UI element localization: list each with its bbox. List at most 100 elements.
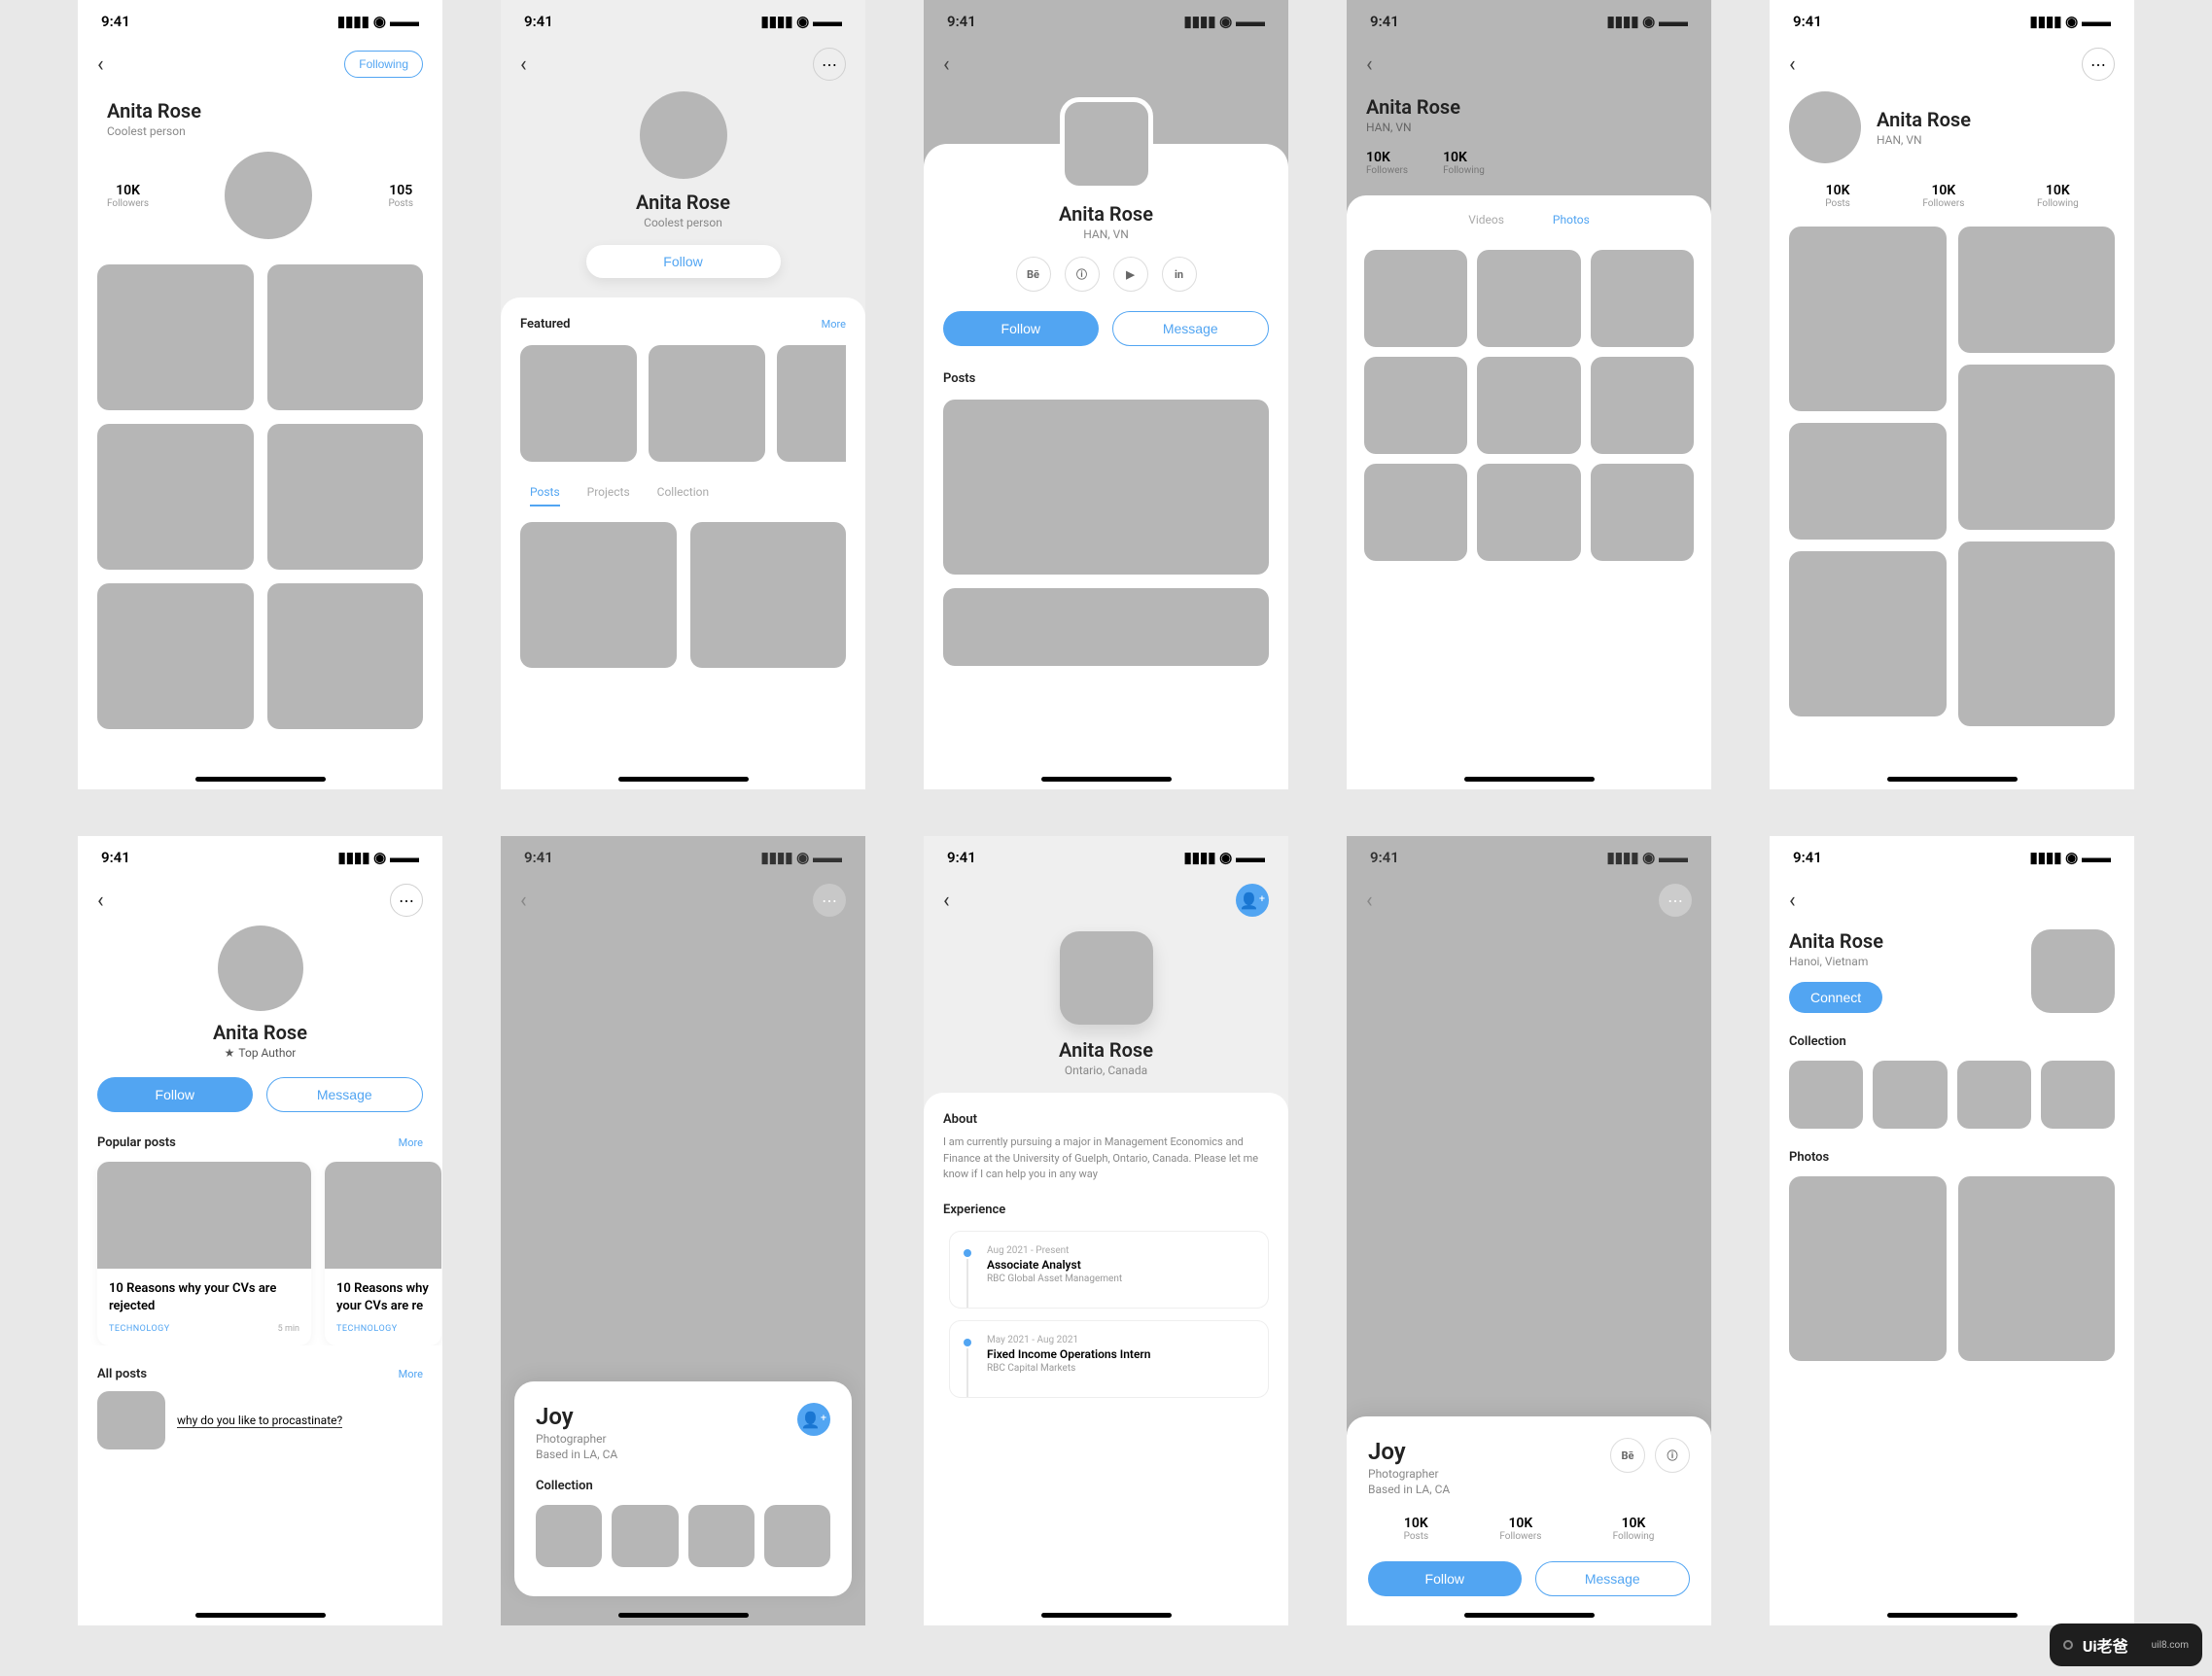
masonry-item[interactable] xyxy=(1789,551,1947,716)
linkedin-icon[interactable]: in xyxy=(1162,257,1197,292)
home-indicator[interactable] xyxy=(1041,777,1172,782)
stat-posts[interactable]: 10K Posts xyxy=(1404,1516,1429,1542)
avatar[interactable] xyxy=(1060,97,1153,191)
post-thumbnail[interactable] xyxy=(97,424,254,570)
home-indicator[interactable] xyxy=(1464,777,1595,782)
more-button[interactable]: ⋯ xyxy=(813,48,846,81)
photo-thumbnail[interactable] xyxy=(1591,464,1694,561)
behance-icon[interactable]: Bē xyxy=(1610,1438,1645,1473)
back-icon[interactable]: ‹ xyxy=(97,889,104,913)
post-thumbnail[interactable] xyxy=(97,1391,165,1449)
back-icon[interactable]: ‹ xyxy=(1366,52,1373,77)
avatar[interactable] xyxy=(2031,929,2115,1013)
connect-button[interactable]: Connect xyxy=(1789,982,1882,1013)
masonry-item[interactable] xyxy=(1958,541,2116,726)
behance-icon[interactable]: Bē xyxy=(1016,257,1051,292)
tab-videos[interactable]: Videos xyxy=(1468,213,1504,232)
post-thumbnail[interactable] xyxy=(97,264,254,410)
stat-following[interactable]: 10K Following xyxy=(1443,150,1485,176)
tab-photos[interactable]: Photos xyxy=(1553,213,1590,232)
back-icon[interactable]: ‹ xyxy=(943,52,950,77)
stat-followers[interactable]: 10K Followers xyxy=(1922,183,1964,209)
instagram-icon[interactable]: ⓘ xyxy=(1065,257,1100,292)
more-button[interactable]: ⋯ xyxy=(1659,884,1692,917)
more-button[interactable]: ⋯ xyxy=(813,884,846,917)
featured-thumbnail[interactable] xyxy=(520,345,637,462)
avatar[interactable] xyxy=(1789,91,1861,163)
stat-posts[interactable]: 10K Posts xyxy=(1825,183,1850,209)
back-icon[interactable]: ‹ xyxy=(1366,889,1373,913)
stat-posts[interactable]: 105 Posts xyxy=(388,183,413,209)
masonry-item[interactable] xyxy=(1958,365,2116,530)
more-button[interactable]: ⋯ xyxy=(390,884,423,917)
collection-item[interactable] xyxy=(688,1505,755,1567)
more-link[interactable]: More xyxy=(399,1136,423,1149)
experience-item[interactable]: May 2021 - Aug 2021 Fixed Income Operati… xyxy=(964,1335,1254,1393)
post-image[interactable] xyxy=(943,400,1269,575)
post-thumbnail[interactable] xyxy=(267,264,424,410)
post-thumbnail[interactable] xyxy=(267,583,424,729)
follow-button[interactable]: Follow xyxy=(586,245,781,278)
post-card[interactable]: 10 Reasons why your CVs are rejected TEC… xyxy=(97,1162,311,1345)
collection-item[interactable] xyxy=(536,1505,602,1567)
photo-thumbnail[interactable] xyxy=(1364,464,1467,561)
photo-thumbnail[interactable] xyxy=(1364,357,1467,454)
featured-thumbnail[interactable] xyxy=(777,345,846,462)
photo-item[interactable] xyxy=(1789,1176,1947,1361)
tab-posts[interactable]: Posts xyxy=(530,485,560,506)
photo-thumbnail[interactable] xyxy=(1477,357,1580,454)
collection-item[interactable] xyxy=(612,1505,678,1567)
collection-item[interactable] xyxy=(1789,1061,1863,1129)
avatar[interactable] xyxy=(640,91,727,179)
follow-button[interactable]: Follow xyxy=(943,311,1099,346)
photo-thumbnail[interactable] xyxy=(1364,250,1467,347)
masonry-item[interactable] xyxy=(1789,227,1947,411)
experience-item[interactable]: Aug 2021 - Present Associate Analyst RBC… xyxy=(964,1245,1254,1304)
youtube-icon[interactable]: ▶ xyxy=(1113,257,1148,292)
stat-followers[interactable]: 10K Followers xyxy=(1366,150,1408,176)
stat-followers[interactable]: 10K Followers xyxy=(107,183,149,209)
home-indicator[interactable] xyxy=(618,1613,749,1618)
back-icon[interactable]: ‹ xyxy=(943,889,950,913)
back-icon[interactable]: ‹ xyxy=(520,52,527,77)
more-button[interactable]: ⋯ xyxy=(2082,48,2115,81)
collection-item[interactable] xyxy=(1873,1061,1947,1129)
back-icon[interactable]: ‹ xyxy=(1789,52,1796,77)
stat-following[interactable]: 10K Following xyxy=(1613,1516,1655,1542)
add-friend-button[interactable]: 👤⁺ xyxy=(1236,884,1269,917)
follow-button[interactable]: Follow xyxy=(97,1077,253,1112)
home-indicator[interactable] xyxy=(1041,1613,1172,1618)
masonry-item[interactable] xyxy=(1958,227,2116,353)
collection-item[interactable] xyxy=(1957,1061,2031,1129)
post-thumbnail[interactable] xyxy=(520,522,677,668)
home-indicator[interactable] xyxy=(1464,1613,1595,1618)
photo-thumbnail[interactable] xyxy=(1591,250,1694,347)
collection-item[interactable] xyxy=(2041,1061,2115,1129)
home-indicator[interactable] xyxy=(195,777,326,782)
photo-thumbnail[interactable] xyxy=(1477,464,1580,561)
avatar[interactable] xyxy=(218,925,303,1011)
home-indicator[interactable] xyxy=(1887,777,2018,782)
back-icon[interactable]: ‹ xyxy=(520,889,527,913)
stat-following[interactable]: 10K Following xyxy=(2037,183,2079,209)
following-button[interactable]: Following xyxy=(344,51,423,78)
message-button[interactable]: Message xyxy=(266,1077,424,1112)
message-button[interactable]: Message xyxy=(1112,311,1270,346)
home-indicator[interactable] xyxy=(618,777,749,782)
featured-thumbnail[interactable] xyxy=(649,345,765,462)
post-card[interactable]: 10 Reasons why your CVs are re TECHNOLOG… xyxy=(325,1162,441,1345)
post-image[interactable] xyxy=(943,588,1269,666)
post-thumbnail[interactable] xyxy=(267,424,424,570)
more-link[interactable]: More xyxy=(822,318,846,331)
add-friend-button[interactable]: 👤⁺ xyxy=(797,1403,830,1436)
avatar[interactable] xyxy=(1060,931,1153,1025)
more-link[interactable]: More xyxy=(399,1368,423,1380)
message-button[interactable]: Message xyxy=(1535,1561,1691,1596)
masonry-item[interactable] xyxy=(1789,423,1947,540)
photo-thumbnail[interactable] xyxy=(1477,250,1580,347)
collection-item[interactable] xyxy=(764,1505,830,1567)
avatar[interactable] xyxy=(225,152,312,239)
photo-item[interactable] xyxy=(1958,1176,2116,1361)
tab-collection[interactable]: Collection xyxy=(657,485,709,506)
back-icon[interactable]: ‹ xyxy=(97,52,104,77)
